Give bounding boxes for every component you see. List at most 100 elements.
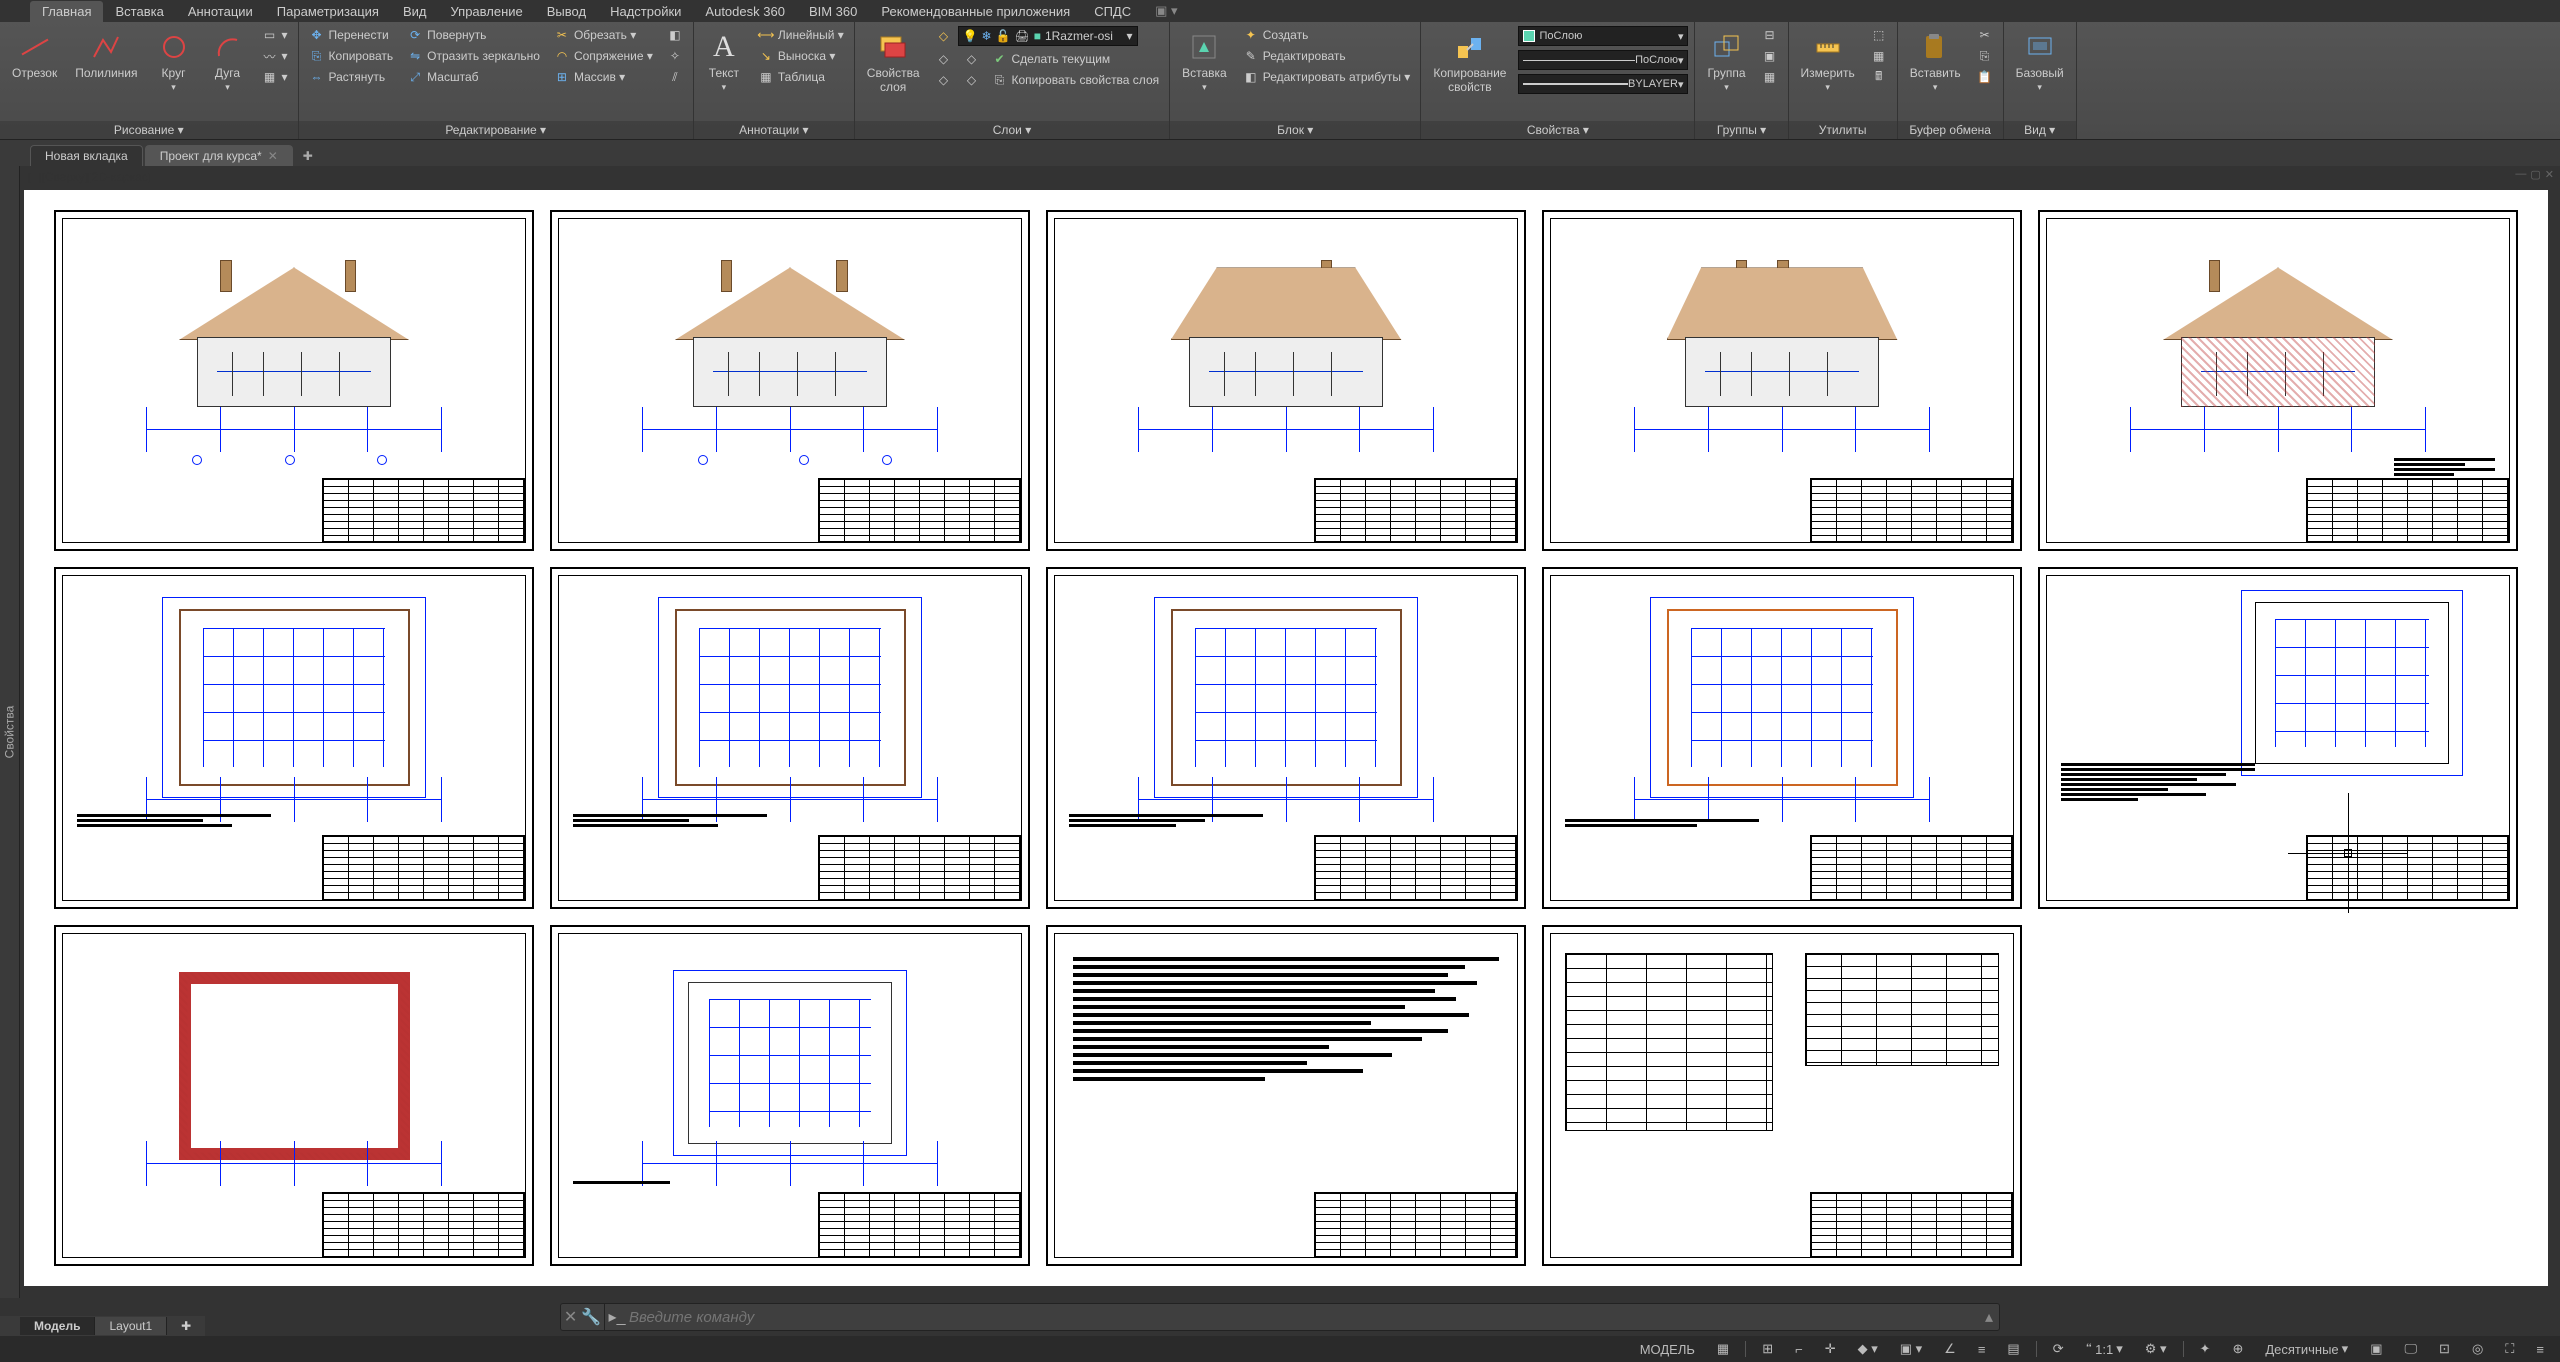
panel-clip-title[interactable]: Буфер обмена (1898, 121, 2003, 139)
linetype-selector[interactable]: ПоСлою▾ (1518, 50, 1688, 70)
annomonitor-icon[interactable]: ⊕ (2226, 1341, 2249, 1357)
model-space[interactable] (24, 190, 2548, 1286)
menu-annot[interactable]: Аннотации (176, 1, 265, 22)
panel-draw-title[interactable]: Рисование ▾ (0, 121, 298, 139)
menu-a360[interactable]: Autodesk 360 (693, 1, 797, 22)
lineweight-selector[interactable]: BYLAYER▾ (1518, 74, 1688, 94)
mirror-button[interactable]: ⇋Отразить зеркально (403, 47, 544, 65)
menu-spds[interactable]: СПДС (1082, 1, 1143, 22)
command-line[interactable]: ✕🔧 ▸_ ▴ (560, 1303, 2000, 1331)
viewport-controls[interactable]: —▢✕ (2515, 168, 2554, 181)
create-block-button[interactable]: ✦Создать (1239, 26, 1415, 44)
group-sel-icon[interactable]: ▦ (1758, 68, 1782, 86)
units-button[interactable]: Десятичные ▾ (2259, 1341, 2354, 1357)
cut-icon[interactable]: ✂ (1973, 26, 1997, 44)
model-space-button[interactable]: МОДЕЛЬ (1634, 1342, 1701, 1357)
quickselect-icon[interactable]: ⬚ (1867, 26, 1891, 44)
gear-icon[interactable]: ⚙ ▾ (2139, 1341, 2173, 1357)
array-button[interactable]: ⊞Массив ▾ (550, 68, 657, 86)
layer-iso-icon[interactable]: ◇ (932, 50, 956, 68)
ortho-icon[interactable]: ⌐ (1789, 1342, 1809, 1357)
cmd-tools-icon[interactable]: 🔧 (581, 1307, 601, 1327)
menu-manage[interactable]: Управление (438, 1, 534, 22)
polar-icon[interactable]: ✛ (1819, 1341, 1842, 1357)
close-icon[interactable]: ✕ (268, 149, 278, 163)
paste-spec-icon[interactable]: 📋 (1973, 68, 1997, 86)
quickprops-icon[interactable]: ▣ (2364, 1341, 2388, 1357)
paste-button[interactable]: Вставить▾ (1904, 26, 1967, 97)
table-button[interactable]: ▦Таблица (754, 68, 848, 86)
menu-param[interactable]: Параметризация (265, 1, 391, 22)
edit-block-button[interactable]: ✎Редактировать (1239, 47, 1415, 65)
rotate-button[interactable]: ⟳Повернуть (403, 26, 544, 44)
base-view-button[interactable]: Базовый▾ (2010, 26, 2070, 97)
menu-output[interactable]: Вывод (535, 1, 598, 22)
menu-featured[interactable]: Рекомендованные приложения (869, 1, 1082, 22)
file-tab-start[interactable]: Новая вкладка (30, 145, 143, 166)
viewport-label[interactable]: [–][Сверху][2D-каркас] (28, 170, 151, 184)
measure-button[interactable]: Измерить▾ (1795, 26, 1861, 97)
layer-off-icon[interactable]: ◇ (960, 50, 984, 68)
panel-layers-title[interactable]: Слои ▾ (855, 121, 1169, 139)
workspace-icon[interactable]: ✦ (2194, 1341, 2217, 1357)
panel-annot-title[interactable]: Аннотации ▾ (694, 121, 854, 139)
panel-utils-title[interactable]: Утилиты (1789, 121, 1897, 139)
offset-icon[interactable]: ⫽ (663, 68, 687, 86)
insert-block-button[interactable]: Вставка▾ (1176, 26, 1233, 97)
panel-view-title[interactable]: Вид ▾ (2004, 121, 2076, 139)
otrack-icon[interactable]: ∠ (1938, 1341, 1962, 1357)
circle-button[interactable]: Круг▾ (150, 26, 198, 97)
trim-button[interactable]: ✂Обрезать ▾ (550, 26, 657, 44)
group-button[interactable]: Группа▾ (1701, 26, 1751, 97)
copy-layerprops-button[interactable]: ⎘Копировать свойства слоя (988, 71, 1164, 89)
menu-view[interactable]: Вид (391, 1, 439, 22)
ungroup-icon[interactable]: ⊟ (1758, 26, 1782, 44)
copy-button[interactable]: ⎘Копировать (305, 47, 398, 65)
transparency-icon[interactable]: ▤ (2001, 1341, 2025, 1357)
layer-lock-icon[interactable]: ◇ (960, 71, 984, 89)
match-props-button[interactable]: Копирование свойств (1427, 26, 1512, 98)
rect-icon[interactable]: ▭▾ (258, 26, 292, 44)
layer-prev-icon[interactable]: ◇ (932, 71, 956, 89)
menu-addins[interactable]: Надстройки (598, 1, 693, 22)
polyline-button[interactable]: Полилиния (69, 26, 143, 97)
lweight-icon[interactable]: ≡ (1972, 1342, 1992, 1357)
customize-icon[interactable]: ≡ (2530, 1342, 2550, 1357)
annoscale-icon[interactable]: 🙶 1:1 ▾ (2080, 1341, 2129, 1357)
menu-bim360[interactable]: BIM 360 (797, 1, 869, 22)
layer-selector[interactable]: 💡❄🔓🖨■1Razmer-osi▾ (958, 26, 1138, 46)
snap-icon[interactable]: ⊞ (1756, 1341, 1779, 1357)
close-cmd-icon[interactable]: ✕ (564, 1307, 577, 1327)
osnap-icon[interactable]: ▣ ▾ (1894, 1341, 1928, 1357)
menu-main[interactable]: Главная (30, 1, 103, 22)
edit-attr-button[interactable]: ◧Редактировать атрибуты ▾ (1239, 68, 1415, 86)
group-edit-icon[interactable]: ▣ (1758, 47, 1782, 65)
cleanscreen-icon[interactable]: ⛶ (2499, 1341, 2520, 1357)
grid-icon[interactable]: ▦ (1711, 1341, 1735, 1357)
file-tab-project[interactable]: Проект для курса*✕ (145, 145, 293, 166)
text-button[interactable]: AТекст▾ (700, 26, 748, 97)
color-selector[interactable]: ПоСлою▾ (1518, 26, 1688, 46)
move-button[interactable]: ✥Перенести (305, 26, 398, 44)
cycling-icon[interactable]: ⟳ (2047, 1341, 2070, 1357)
dim-linear-button[interactable]: ⟷Линейный ▾ (754, 26, 848, 44)
panel-props-title[interactable]: Свойства ▾ (1421, 121, 1694, 139)
explode-icon[interactable]: ✧ (663, 47, 687, 65)
isodraft-icon[interactable]: ◆ ▾ (1852, 1341, 1884, 1357)
calc-icon[interactable]: 🖩 (1867, 68, 1891, 86)
panel-block-title[interactable]: Блок ▾ (1170, 121, 1420, 139)
scale-button[interactable]: ⤢Масштаб (403, 68, 544, 86)
panel-modify-title[interactable]: Редактирование ▾ (299, 121, 693, 139)
make-current-button[interactable]: ✔Сделать текущим (988, 50, 1164, 68)
hatch-icon[interactable]: ▦▾ (258, 68, 292, 86)
fillet-button[interactable]: ◠Сопряжение ▾ (550, 47, 657, 65)
lock-ui-icon[interactable]: 🖵 (2399, 1341, 2424, 1357)
menu-focus-icon[interactable]: ▣ ▾ (1143, 0, 1189, 22)
leader-button[interactable]: ↘Выноска ▾ (754, 47, 848, 65)
cmd-expand-icon[interactable]: ▴ (1979, 1307, 1999, 1327)
properties-palette-bar[interactable]: Свойства (0, 166, 20, 1298)
erase-icon[interactable]: ◧ (663, 26, 687, 44)
isolate-icon[interactable]: ◎ (2466, 1341, 2489, 1357)
selectall-icon[interactable]: ▦ (1867, 47, 1891, 65)
copy-clip-icon[interactable]: ⎘ (1973, 47, 1997, 65)
